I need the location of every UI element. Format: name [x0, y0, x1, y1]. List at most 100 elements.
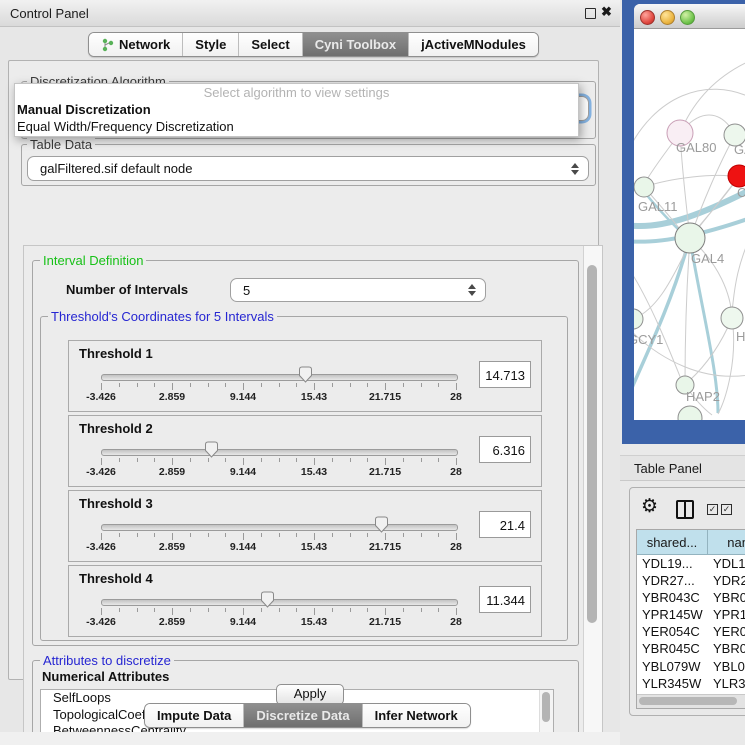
network-icon [101, 38, 114, 52]
table-column-header[interactable]: name [708, 530, 745, 555]
combo-arrows-icon [468, 284, 476, 296]
dropdown-option-equal-width-frequency[interactable]: Equal Width/Frequency Discretization [15, 118, 578, 135]
table-horizontal-scrollbar[interactable] [637, 694, 745, 708]
threshold-row: Threshold 3-3.4262.8599.14415.4321.71528… [68, 490, 542, 562]
table-panel-header: Table Panel [620, 455, 745, 481]
tab-impute-data[interactable]: Impute Data [145, 704, 243, 727]
network-node[interactable] [634, 177, 654, 197]
window-title: Control Panel [10, 6, 89, 21]
network-edge[interactable] [634, 251, 686, 319]
scrollbar-thumb[interactable] [587, 265, 597, 623]
cyni-toolbox-panel: Discretization Algorithm Table Data galF… [8, 60, 599, 680]
network-node[interactable] [721, 307, 743, 329]
table-cell[interactable]: YER054C [637, 623, 708, 640]
network-node[interactable] [675, 223, 705, 253]
table-cell[interactable]: YBL079W [708, 658, 745, 675]
window-bottom-strip [0, 732, 620, 745]
table-cell[interactable]: YER054C [708, 623, 745, 640]
network-node-label: GA [734, 142, 745, 157]
network-window-titlebar [634, 4, 745, 29]
split-columns-icon[interactable] [676, 500, 694, 519]
table-cell[interactable]: YBR043C [637, 589, 708, 606]
close-icon[interactable]: ✖ [601, 4, 612, 20]
network-node[interactable] [728, 165, 745, 187]
tab-cyni-toolbox[interactable]: Cyni Toolbox [302, 33, 408, 56]
network-node[interactable] [634, 309, 643, 329]
table-cell[interactable]: YBL079W [637, 658, 708, 675]
checkbox-icon[interactable]: ✓ [721, 504, 732, 515]
minimize-traffic-light-icon[interactable] [660, 10, 675, 25]
table-row[interactable]: YPR145WYPR145W [637, 606, 745, 623]
network-edge[interactable] [680, 59, 745, 133]
control-panel-window: Control Panel ✖ NetworkStyle Select Cyni T… [0, 0, 620, 745]
zoom-traffic-light-icon[interactable] [680, 10, 695, 25]
settings-vertical-scrollbar[interactable] [583, 246, 602, 736]
table-row[interactable]: YBR045CYBR045C [637, 640, 745, 657]
threshold-row: Threshold 4 -3.4262.8599.14415.4321.71528… [68, 565, 542, 637]
slider-thumb[interactable] [374, 516, 389, 533]
slider-thumb[interactable] [204, 441, 219, 458]
slider-thumb[interactable] [298, 366, 313, 383]
slider-thumb[interactable] [260, 591, 275, 608]
table-cell[interactable]: YLR345W [637, 675, 708, 692]
network-canvas[interactable]: GAL80GACGAL11GAL4GCY1HHAP2 [634, 29, 745, 420]
slider-track[interactable] [101, 449, 458, 456]
attributes-group-label: Attributes to discretize [40, 653, 174, 668]
node-attribute-table[interactable]: shared...nameYDL19...YDL19...YDR27...YDR… [636, 529, 745, 709]
network-edge[interactable] [644, 175, 730, 187]
tab-label: Infer Network [375, 708, 458, 723]
network-node-label: C [737, 185, 745, 200]
network-node-label: GCY1 [634, 332, 663, 347]
float-window-icon[interactable] [585, 8, 596, 19]
tab-select[interactable]: Select [238, 33, 301, 56]
table-column-header[interactable]: shared... [637, 530, 708, 555]
table-cell[interactable]: YBR043C [708, 589, 745, 606]
control-panel-titlebar: Control Panel ✖ [0, 0, 620, 27]
dropdown-option-manual-discretization[interactable]: Manual Discretization [15, 101, 578, 118]
gear-icon[interactable]: ⚙ [641, 495, 658, 517]
tab-style[interactable]: Style [182, 33, 238, 56]
combo-arrows-icon [571, 163, 579, 175]
table-cell[interactable]: YDL19... [637, 555, 708, 572]
tab-label: Select [251, 37, 289, 52]
tab-infer-network[interactable]: Infer Network [362, 704, 470, 727]
network-edge[interactable] [685, 238, 690, 385]
attributes-list-scrollbar[interactable] [539, 690, 553, 738]
table-cell[interactable]: YPR145W [637, 606, 708, 623]
tab-discretize-data[interactable]: Discretize Data [243, 704, 361, 727]
slider-track[interactable] [101, 599, 458, 606]
slider-track[interactable] [101, 524, 458, 531]
threshold-label: Threshold 3 [79, 496, 153, 511]
tab-jactivemnodules[interactable]: jActiveMNodules [408, 33, 538, 56]
slider-tick-labels: -3.4262.8599.14415.4321.71528 [101, 616, 456, 628]
table-row[interactable]: YBR043CYBR043C [637, 589, 745, 606]
table-cell[interactable]: YLR345W [708, 675, 745, 692]
table-row[interactable]: YLR345WYLR345W [637, 675, 745, 692]
table-cell[interactable]: YDR27... [637, 572, 708, 589]
threshold-value-field[interactable]: 11.344 [479, 586, 531, 613]
table-row[interactable]: YER054CYER054C [637, 623, 745, 640]
slider-track[interactable] [101, 374, 458, 381]
table-cell[interactable]: YPR145W [708, 606, 745, 623]
number-of-intervals-combobox[interactable]: 5 [230, 278, 486, 302]
table-row[interactable]: YDL19...YDL19... [637, 555, 745, 572]
control-panel-tabs: NetworkStyle Select Cyni ToolboxjActiveMNo… [88, 32, 539, 57]
checkbox-icon[interactable]: ✓ [707, 504, 718, 515]
table-cell[interactable]: YDL19... [708, 555, 745, 572]
apply-button[interactable]: Apply [276, 684, 344, 705]
threshold-value-field[interactable]: 21.4 [479, 511, 531, 538]
threshold-value-field[interactable]: 6.316 [479, 436, 531, 463]
network-edge[interactable] [732, 229, 745, 311]
threshold-label: Threshold 4 [79, 571, 153, 586]
table-row[interactable]: YBL079WYBL079W [637, 658, 745, 675]
table-data-combobox[interactable]: galFiltered.sif default node [27, 156, 589, 181]
table-cell[interactable]: YDR27... [708, 572, 745, 589]
threshold-value-field[interactable]: 14.713 [479, 361, 531, 388]
table-cell[interactable]: YBR045C [637, 640, 708, 657]
tab-network[interactable]: Network [89, 33, 182, 56]
network-node[interactable] [678, 406, 702, 420]
table-cell[interactable]: YBR045C [708, 640, 745, 657]
close-traffic-light-icon[interactable] [640, 10, 655, 25]
screen: Control Panel ✖ NetworkStyle Select Cyni T… [0, 0, 745, 745]
table-row[interactable]: YDR27...YDR27... [637, 572, 745, 589]
